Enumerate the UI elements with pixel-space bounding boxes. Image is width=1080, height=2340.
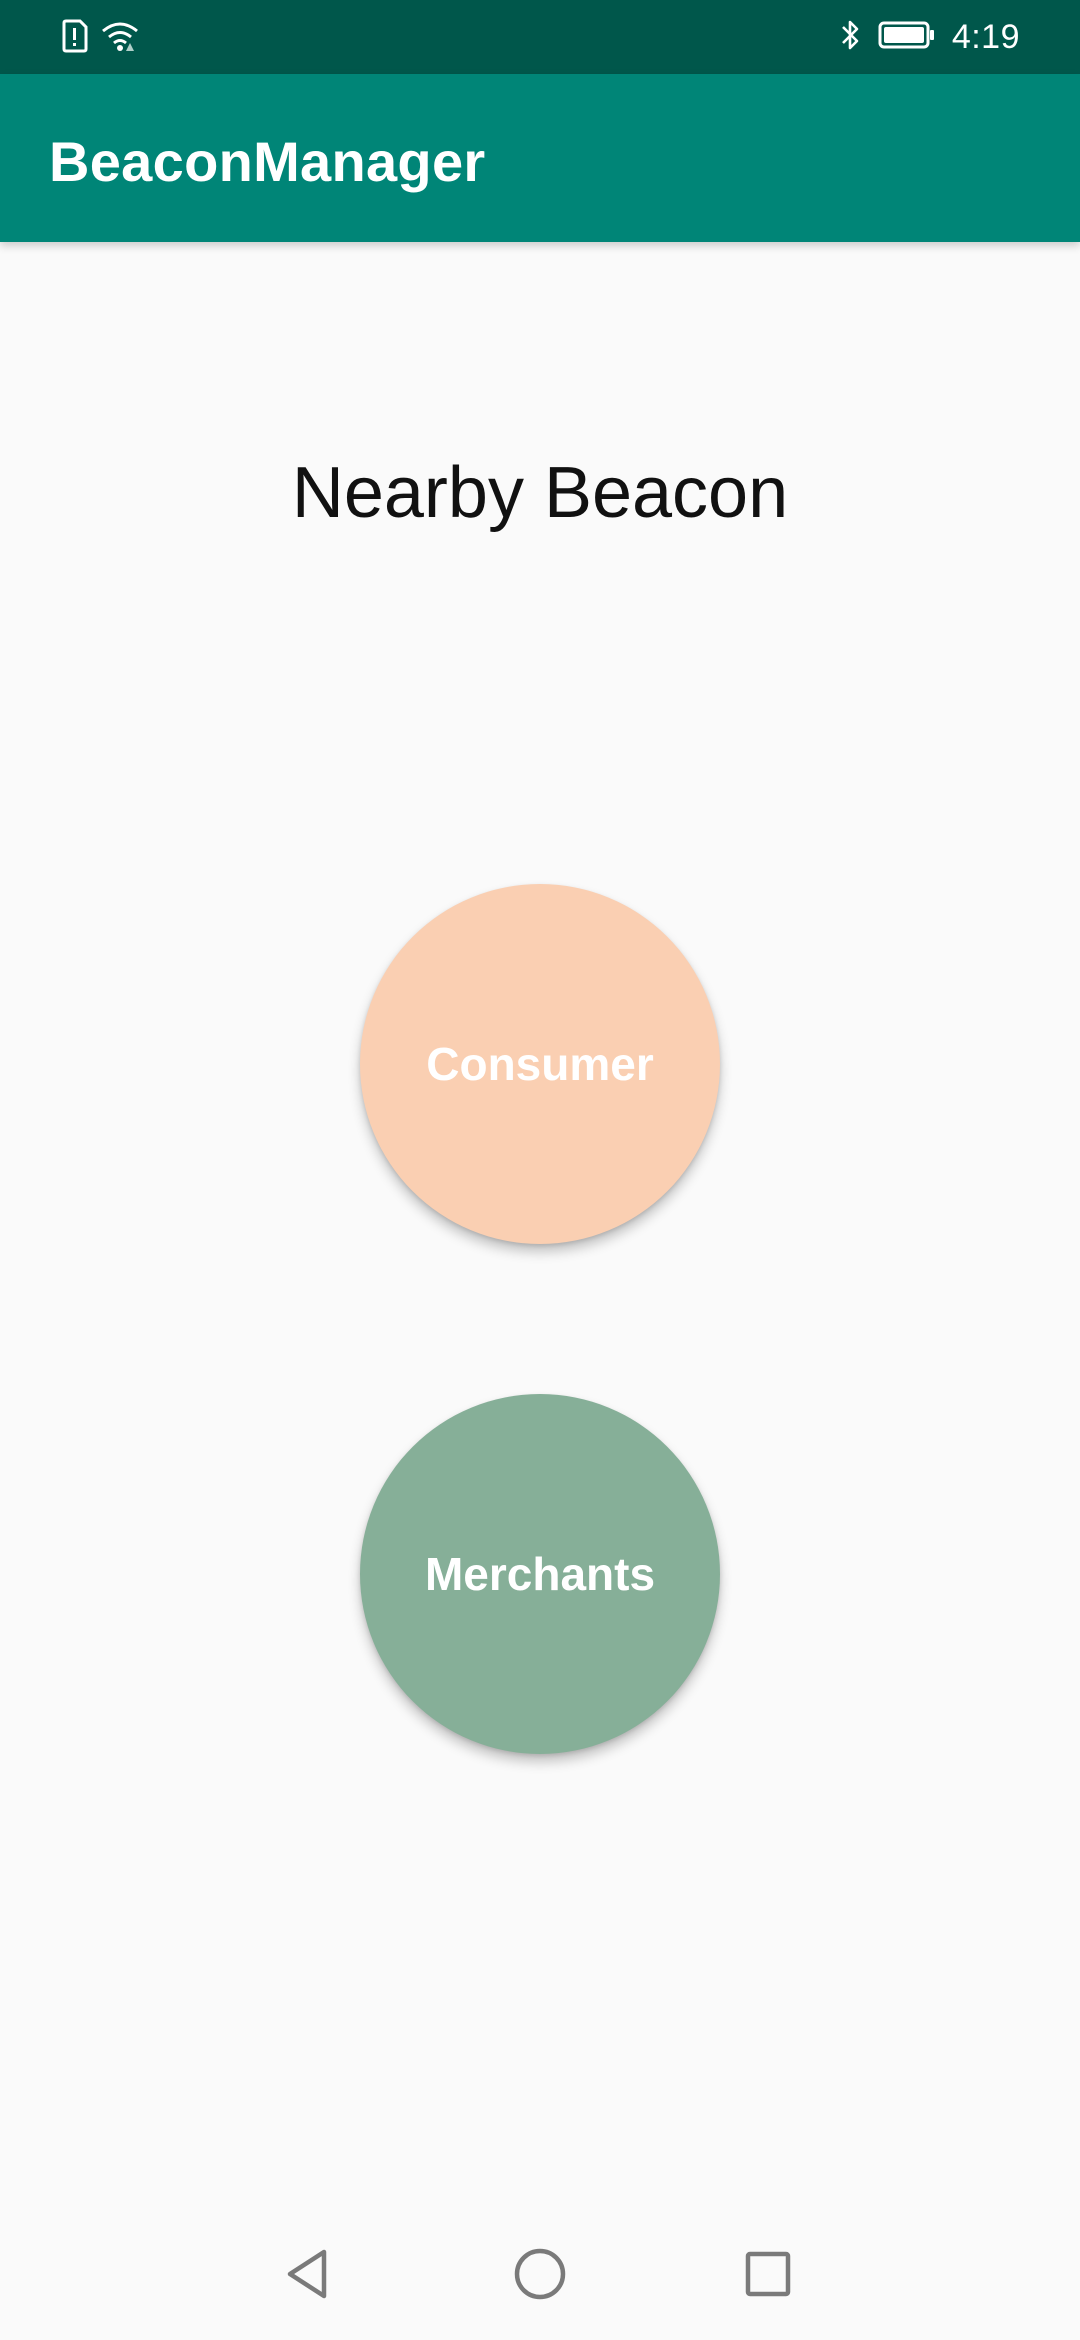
back-button[interactable] — [278, 2246, 338, 2306]
merchants-button-label: Merchants — [424, 1548, 656, 1600]
navigation-bar — [0, 2212, 1080, 2340]
app-bar: BeaconManager — [0, 74, 1080, 242]
status-left-icons — [60, 18, 140, 58]
consumer-button-label: Consumer — [426, 1038, 654, 1090]
status-bar: 4:19 — [0, 0, 1080, 74]
main-content: Nearby Beacon Consumer Merchants — [0, 242, 1080, 2212]
back-icon — [284, 2248, 332, 2305]
wifi-icon — [100, 19, 140, 58]
merchants-button[interactable]: Merchants — [360, 1394, 720, 1754]
home-icon — [513, 2247, 567, 2306]
bluetooth-icon — [840, 18, 862, 57]
battery-icon — [878, 20, 936, 55]
consumer-button[interactable]: Consumer — [360, 884, 720, 1244]
home-button[interactable] — [510, 2246, 570, 2306]
app-title: BeaconManager — [49, 130, 486, 193]
status-right-icons: 4:19 — [840, 14, 1020, 60]
recents-button[interactable] — [738, 2246, 798, 2306]
page-heading: Nearby Beacon — [291, 453, 789, 533]
sim-alert-icon — [60, 19, 88, 58]
status-time: 4:19 — [951, 17, 1020, 56]
recents-icon — [743, 2249, 793, 2304]
